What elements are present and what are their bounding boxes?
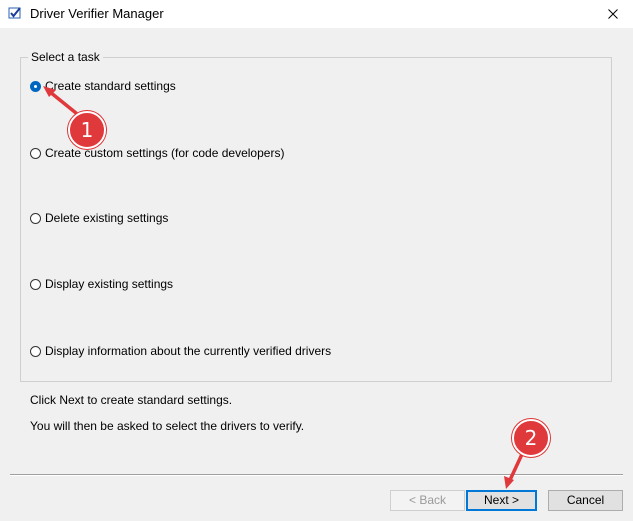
option-delete-existing[interactable]: Delete existing settings	[30, 210, 168, 226]
radio-button[interactable]	[30, 345, 41, 357]
option-display-info[interactable]: Display information about the currently …	[30, 343, 331, 359]
verifier-app-icon	[8, 7, 21, 19]
next-button[interactable]: Next >	[466, 490, 537, 511]
option-label[interactable]: Display information about the currently …	[45, 344, 331, 358]
annotation-badge-1: 1	[68, 111, 106, 149]
info-text-line2: You will then be asked to select the dri…	[30, 419, 305, 433]
driver-verifier-window: Driver Verifier Manager Select a task Cr…	[0, 0, 633, 521]
title-bar: Driver Verifier Manager	[0, 0, 633, 28]
close-icon	[608, 9, 618, 19]
info-text-line1: Click Next to create standard settings.	[30, 393, 233, 407]
option-display-existing[interactable]: Display existing settings	[30, 276, 173, 292]
radio-button[interactable]	[30, 80, 41, 92]
cancel-button[interactable]: Cancel	[548, 490, 623, 511]
annotation-arrow-2	[504, 450, 525, 489]
option-create-custom[interactable]: Create custom settings (for code develop…	[30, 145, 284, 161]
radio-button[interactable]	[30, 147, 41, 159]
close-button[interactable]	[593, 0, 633, 28]
annotation-badge-2: 2	[512, 419, 550, 457]
option-label[interactable]: Create standard settings	[45, 79, 176, 93]
option-label[interactable]: Delete existing settings	[45, 211, 168, 225]
button-separator	[10, 474, 623, 476]
option-create-standard[interactable]: Create standard settings	[30, 78, 176, 94]
window-title: Driver Verifier Manager	[30, 6, 164, 21]
groupbox-legend: Select a task	[28, 50, 103, 64]
radio-button[interactable]	[30, 212, 41, 224]
option-label[interactable]: Display existing settings	[45, 277, 173, 291]
back-button[interactable]: < Back	[390, 490, 465, 511]
radio-button[interactable]	[30, 278, 41, 290]
